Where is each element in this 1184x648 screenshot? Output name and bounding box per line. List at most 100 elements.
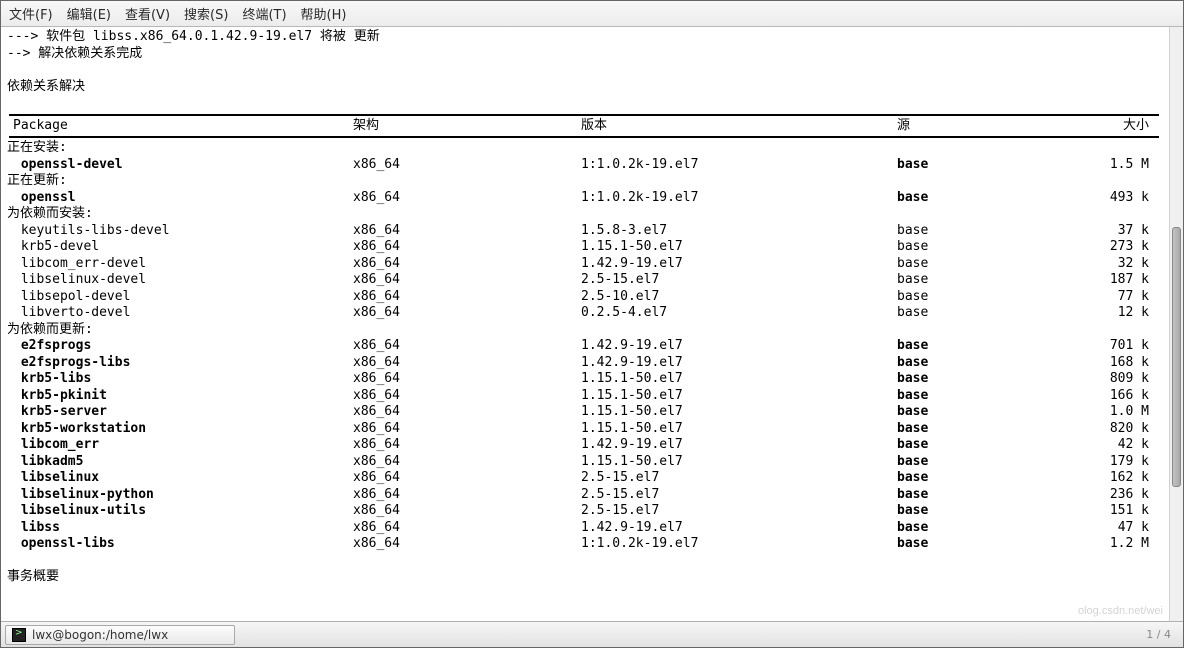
cell-arch: x86_64 (353, 355, 581, 372)
cell-pkg: libselinux-devel (5, 272, 353, 289)
menu-file[interactable]: 文件(F) (9, 4, 53, 23)
cell-src: base (897, 520, 1087, 537)
col-header-version: 版本 (581, 118, 897, 135)
cell-size: 168 k (1087, 355, 1153, 372)
menu-search[interactable]: 搜索(S) (184, 4, 228, 23)
watermark: olog.csdn.net/wei (1078, 605, 1163, 617)
cell-src: base (897, 371, 1087, 388)
cell-pkg: libsepol-devel (5, 289, 353, 306)
cell-ver: 1.15.1-50.el7 (581, 404, 897, 421)
cell-src: base (897, 388, 1087, 405)
scroll-thumb[interactable] (1172, 227, 1181, 487)
menu-edit[interactable]: 编辑(E) (67, 4, 111, 23)
cell-pkg: krb5-server (5, 404, 353, 421)
table-row: krb5-libsx86_641.15.1-50.el7base809 k (5, 371, 1161, 388)
taskbar-button-label: lwx@bogon:/home/lwx (32, 628, 168, 642)
cell-src: base (897, 503, 1087, 520)
table-row: libverto-develx86_640.2.5-4.el7base12 k (5, 305, 1161, 322)
cell-src: base (897, 338, 1087, 355)
cell-src: base (897, 289, 1087, 306)
cell-src: base (897, 305, 1087, 322)
cell-arch: x86_64 (353, 289, 581, 306)
cell-ver: 1:1.0.2k-19.el7 (581, 157, 897, 174)
menubar: 文件(F) 编辑(E) 查看(V) 搜索(S) 终端(T) 帮助(H) (1, 1, 1183, 27)
cell-src: base (897, 157, 1087, 174)
table-row: libselinux-pythonx86_642.5-15.el7base236… (5, 487, 1161, 504)
cell-ver: 2.5-10.el7 (581, 289, 897, 306)
cell-pkg: libcom_err-devel (5, 256, 353, 273)
output-line: ---> 软件包 libss.x86_64.0.1.42.9-19.el7 将被… (5, 29, 1161, 46)
cell-pkg: openssl-libs (5, 536, 353, 553)
cell-size: 47 k (1087, 520, 1153, 537)
cell-pkg: libselinux-python (5, 487, 353, 504)
menu-view[interactable]: 查看(V) (125, 4, 170, 23)
table-row: krb5-develx86_641.15.1-50.el7base273 k (5, 239, 1161, 256)
cell-src: base (897, 470, 1087, 487)
cell-arch: x86_64 (353, 421, 581, 438)
table-row: keyutils-libs-develx86_641.5.8-3.el7base… (5, 223, 1161, 240)
cell-size: 187 k (1087, 272, 1153, 289)
menu-help[interactable]: 帮助(H) (301, 4, 347, 23)
cell-ver: 1.42.9-19.el7 (581, 437, 897, 454)
cell-arch: x86_64 (353, 487, 581, 504)
cell-src: base (897, 421, 1087, 438)
col-header-arch: 架构 (353, 118, 581, 135)
cell-src: base (897, 190, 1087, 207)
cell-src: base (897, 487, 1087, 504)
cell-pkg: libss (5, 520, 353, 537)
output-line (5, 553, 1161, 570)
cell-size: 162 k (1087, 470, 1153, 487)
cell-src: base (897, 404, 1087, 421)
cell-size: 151 k (1087, 503, 1153, 520)
cell-size: 1.0 M (1087, 404, 1153, 421)
cell-size: 1.2 M (1087, 536, 1153, 553)
cell-ver: 1.42.9-19.el7 (581, 520, 897, 537)
cell-src: base (897, 437, 1087, 454)
cell-pkg: libselinux (5, 470, 353, 487)
table-row: libcom_err-develx86_641.42.9-19.el7base3… (5, 256, 1161, 273)
cell-arch: x86_64 (353, 536, 581, 553)
table-row: krb5-workstationx86_641.15.1-50.el7base8… (5, 421, 1161, 438)
cell-size: 809 k (1087, 371, 1153, 388)
menu-terminal[interactable]: 终端(T) (242, 4, 286, 23)
cell-arch: x86_64 (353, 305, 581, 322)
cell-src: base (897, 536, 1087, 553)
table-row: libssx86_641.42.9-19.el7base47 k (5, 520, 1161, 537)
cell-ver: 2.5-15.el7 (581, 487, 897, 504)
cell-pkg: libcom_err (5, 437, 353, 454)
cell-arch: x86_64 (353, 520, 581, 537)
cell-arch: x86_64 (353, 190, 581, 207)
cell-arch: x86_64 (353, 388, 581, 405)
cell-size: 1.5 M (1087, 157, 1153, 174)
cell-src: base (897, 239, 1087, 256)
cell-pkg: libverto-devel (5, 305, 353, 322)
taskbar-button-terminal[interactable]: lwx@bogon:/home/lwx (5, 625, 235, 645)
section-dep-update: 为依赖而更新: (5, 322, 1161, 339)
cell-arch: x86_64 (353, 437, 581, 454)
table-rule (9, 136, 1159, 138)
cell-src: base (897, 355, 1087, 372)
cell-arch: x86_64 (353, 256, 581, 273)
cell-pkg: krb5-workstation (5, 421, 353, 438)
cell-src: base (897, 223, 1087, 240)
cell-src: base (897, 272, 1087, 289)
cell-ver: 1.42.9-19.el7 (581, 256, 897, 273)
cell-arch: x86_64 (353, 223, 581, 240)
table-row: openssl-develx86_641:1.0.2k-19.el7base1.… (5, 157, 1161, 174)
cell-size: 701 k (1087, 338, 1153, 355)
cell-size: 273 k (1087, 239, 1153, 256)
table-row: opensslx86_641:1.0.2k-19.el7base493 k (5, 190, 1161, 207)
col-header-package: Package (5, 118, 353, 135)
cell-pkg: openssl (5, 190, 353, 207)
cell-arch: x86_64 (353, 470, 581, 487)
terminal-window: 文件(F) 编辑(E) 查看(V) 搜索(S) 终端(T) 帮助(H) --->… (0, 0, 1184, 648)
scrollbar-vertical[interactable] (1169, 27, 1183, 621)
cell-ver: 1.15.1-50.el7 (581, 371, 897, 388)
section-updating: 正在更新: (5, 173, 1161, 190)
cell-pkg: e2fsprogs (5, 338, 353, 355)
cell-arch: x86_64 (353, 503, 581, 520)
cell-size: 32 k (1087, 256, 1153, 273)
cell-arch: x86_64 (353, 157, 581, 174)
table-row: libcom_errx86_641.42.9-19.el7base42 k (5, 437, 1161, 454)
terminal-area[interactable]: ---> 软件包 libss.x86_64.0.1.42.9-19.el7 将被… (1, 27, 1183, 621)
